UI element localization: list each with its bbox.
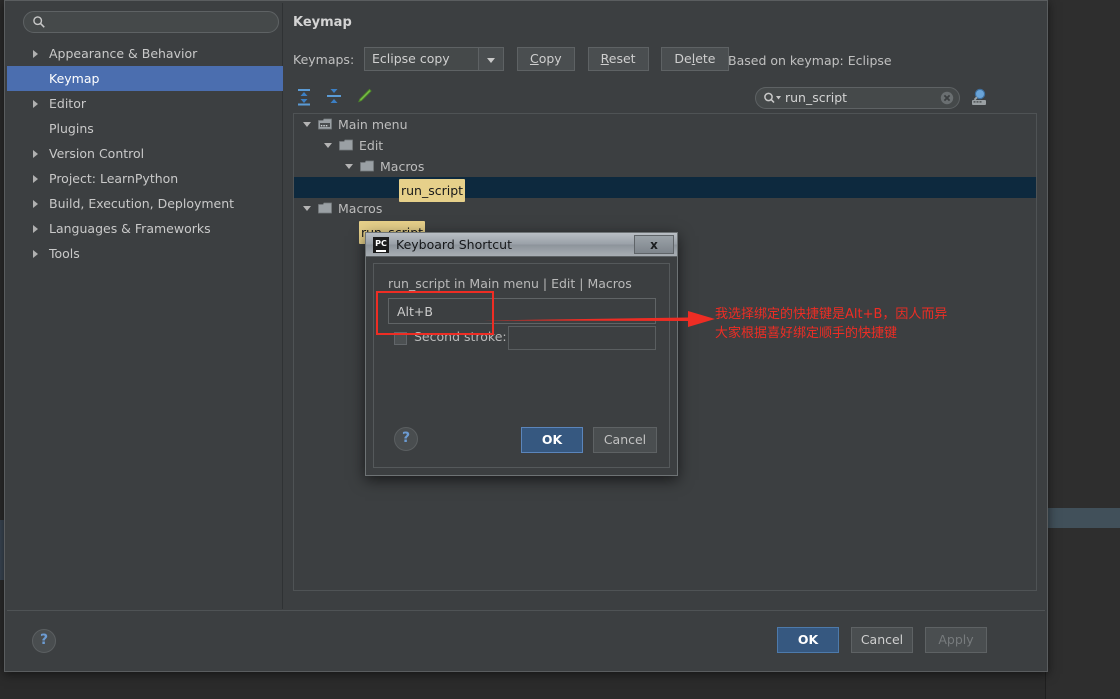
chevron-right-icon <box>33 200 38 208</box>
first-stroke-value: Alt+B <box>397 304 433 319</box>
folder-icon <box>339 139 353 151</box>
tree-row[interactable]: Edit <box>294 135 1036 156</box>
delete-button[interactable]: Delete <box>661 47 729 71</box>
sidebar-search-wrapper <box>23 11 279 33</box>
reset-button[interactable]: Reset <box>587 47 649 71</box>
search-icon <box>33 16 45 28</box>
chevron-right-icon <box>33 100 38 108</box>
dialog-title: Keyboard Shortcut <box>396 237 512 252</box>
search-input[interactable] <box>23 11 279 33</box>
tree-row-label: Macros <box>380 159 425 174</box>
chevron-right-icon <box>33 250 38 258</box>
keymap-select[interactable]: Eclipse copy <box>364 47 504 71</box>
sidebar-nav-list: Appearance & Behavior Keymap Editor Plug… <box>7 41 283 266</box>
sidebar-item-label: Appearance & Behavior <box>49 46 198 61</box>
tree-row-label: Macros <box>338 201 383 216</box>
chevron-right-icon <box>33 50 38 58</box>
sidebar-item-label: Tools <box>49 246 80 261</box>
sidebar-item-editor[interactable]: Editor <box>7 91 283 116</box>
sidebar-item-label: Build, Execution, Deployment <box>49 196 235 211</box>
ok-button[interactable]: OK <box>521 427 583 453</box>
settings-sidebar: Appearance & Behavior Keymap Editor Plug… <box>7 3 283 609</box>
tree-row-label: Edit <box>359 138 384 153</box>
sidebar-item-languages-frameworks[interactable]: Languages & Frameworks <box>7 216 283 241</box>
sidebar-item-appearance-behavior[interactable]: Appearance & Behavior <box>7 41 283 66</box>
first-stroke-input[interactable]: Alt+B <box>388 298 656 324</box>
chevron-right-icon <box>33 150 38 158</box>
keymaps-row: Keymaps: Eclipse copy Copy Reset Delete <box>293 47 729 73</box>
background-right-panel <box>1045 0 1120 699</box>
close-icon[interactable]: x <box>634 235 674 254</box>
sidebar-item-plugins[interactable]: Plugins <box>7 116 283 141</box>
sidebar-item-label: Project: LearnPython <box>49 171 179 186</box>
tree-row[interactable]: run_script <box>294 177 1036 202</box>
sidebar-item-build-execution-deployment[interactable]: Build, Execution, Deployment <box>7 191 283 216</box>
search-dropdown-icon[interactable] <box>763 91 783 105</box>
copy-button[interactable]: Copy <box>516 47 575 71</box>
based-on-keymap-label: Based on keymap: Eclipse <box>728 53 892 68</box>
tree-row-label: Main menu <box>338 117 408 132</box>
shortcut-filter-value: run_script <box>785 90 848 105</box>
shortcut-filter-wrapper: run_script <box>755 87 960 109</box>
main-menu-folder-icon <box>318 118 332 130</box>
sidebar-item-label: Plugins <box>49 121 94 136</box>
tree-row[interactable]: Main menu <box>294 114 1036 135</box>
sidebar-item-label: Editor <box>49 96 86 111</box>
sidebar-item-project[interactable]: Project: LearnPython <box>7 166 283 191</box>
clear-icon[interactable] <box>940 91 954 105</box>
pycharm-icon: PC <box>373 237 389 253</box>
keymap-select-value: Eclipse copy <box>372 51 450 66</box>
keymap-select-arrow-box[interactable] <box>478 48 503 70</box>
second-stroke-input[interactable] <box>508 326 656 350</box>
chevron-down-icon[interactable] <box>303 206 311 211</box>
collapse-all-icon[interactable] <box>323 85 345 107</box>
sidebar-item-version-control[interactable]: Version Control <box>7 141 283 166</box>
chevron-right-icon <box>33 175 38 183</box>
cancel-button[interactable]: Cancel <box>593 427 657 453</box>
ok-button[interactable]: OK <box>777 627 839 653</box>
dialog-titlebar: PC Keyboard Shortcut x <box>366 233 677 257</box>
chevron-down-icon[interactable] <box>345 164 353 169</box>
page-title: Keymap <box>293 15 352 30</box>
chevron-down-icon[interactable] <box>303 122 311 127</box>
sidebar-item-keymap[interactable]: Keymap <box>7 66 283 91</box>
settings-footer: ? OK Cancel Apply <box>7 610 1045 669</box>
tree-row[interactable]: Macros <box>294 198 1036 219</box>
dialog-content: run_script in Main menu | Edit | Macros … <box>373 263 670 468</box>
sidebar-item-label: Version Control <box>49 146 145 161</box>
chevron-right-icon <box>33 225 38 233</box>
edit-shortcut-pencil-icon[interactable] <box>353 85 375 107</box>
sidebar-item-label: Keymap <box>49 71 100 86</box>
apply-button: Apply <box>925 627 987 653</box>
chevron-down-icon[interactable] <box>324 143 332 148</box>
second-stroke-checkbox[interactable] <box>394 332 407 345</box>
background-highlight-row <box>1046 508 1120 528</box>
second-stroke-label: Second stroke: <box>414 329 507 344</box>
keyboard-shortcut-dialog: PC Keyboard Shortcut x run_script in Mai… <box>365 232 678 476</box>
find-by-shortcut-icon[interactable] <box>969 87 989 107</box>
help-icon[interactable]: ? <box>394 427 418 451</box>
sidebar-item-label: Languages & Frameworks <box>49 221 211 236</box>
cancel-button[interactable]: Cancel <box>851 627 913 653</box>
expand-all-icon[interactable] <box>293 85 315 107</box>
keymaps-label: Keymaps: <box>293 51 355 67</box>
folder-icon <box>360 160 374 172</box>
keymap-toolbar <box>293 85 379 109</box>
shortcut-context-label: run_script in Main menu | Edit | Macros <box>388 276 632 291</box>
main-menu-folder-icon <box>318 202 332 214</box>
sidebar-item-tools[interactable]: Tools <box>7 241 283 266</box>
tree-row[interactable]: Macros <box>294 156 1036 177</box>
chevron-down-icon <box>487 58 495 63</box>
help-icon[interactable]: ? <box>32 629 56 653</box>
